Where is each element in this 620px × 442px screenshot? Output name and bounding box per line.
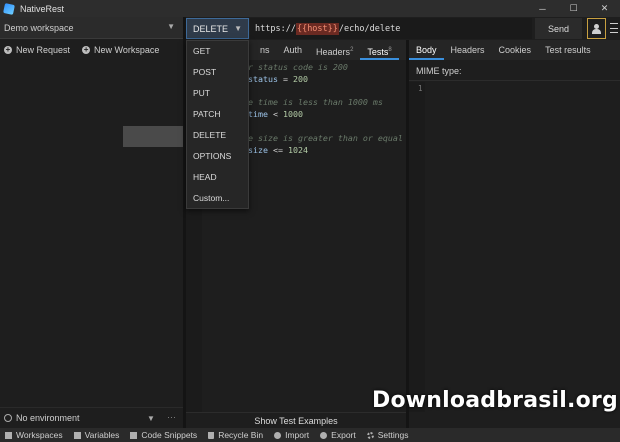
left-actions-bar: + New Request + New Workspace [0, 40, 183, 60]
workspaces-icon [5, 431, 12, 439]
url-prefix: https:// [255, 23, 296, 34]
method-option-patch[interactable]: PATCH [187, 104, 248, 125]
method-option-options[interactable]: OPTIONS [187, 146, 248, 167]
response-gutter [409, 82, 425, 412]
chevron-down-icon: ▼ [147, 414, 155, 423]
response-tabs: Body Headers Cookies Test results [409, 40, 620, 60]
window-title: NativeRest [20, 3, 65, 14]
tab-cookies[interactable]: Cookies [492, 40, 539, 60]
window-controls: ─ ☐ ✕ [527, 0, 620, 17]
user-icon [592, 23, 601, 34]
tab-test-results[interactable]: Test results [538, 40, 598, 60]
account-button[interactable] [587, 18, 606, 39]
url-input[interactable]: https://{{host}}/echo/delete [250, 18, 532, 39]
app-logo-icon [3, 2, 15, 15]
method-option-post[interactable]: POST [187, 62, 248, 83]
tab-badge: 8 [388, 47, 392, 53]
sidebar-scroll-thumb[interactable] [123, 126, 183, 147]
method-select[interactable]: DELETE ▼ [186, 18, 249, 39]
method-option-delete[interactable]: DELETE [187, 125, 248, 146]
maximize-button[interactable]: ☐ [558, 0, 589, 17]
method-dropdown: GET POST PUT PATCH DELETE OPTIONS HEAD C… [186, 40, 249, 209]
method-option-get[interactable]: GET [187, 41, 248, 62]
export-icon [320, 431, 328, 439]
code-line: size <= 1024 [248, 145, 308, 155]
method-option-put[interactable]: PUT [187, 83, 248, 104]
hamburger-menu-icon[interactable] [610, 23, 618, 33]
title-bar: NativeRest ─ ☐ ✕ [0, 0, 620, 17]
code-line: status = 200 [248, 74, 308, 84]
code-line: e time is less than 1000 ms [248, 97, 383, 107]
environment-name: No environment [16, 413, 80, 423]
method-option-head[interactable]: HEAD [187, 167, 248, 188]
chevron-down-icon: ▼ [167, 22, 175, 31]
new-workspace-button[interactable]: + New Workspace [82, 45, 159, 55]
tab-headers[interactable]: Headers2 [309, 40, 360, 60]
trash-icon [208, 431, 215, 439]
method-option-custom[interactable]: Custom... [187, 188, 248, 209]
new-workspace-label: New Workspace [94, 45, 160, 55]
tab-auth[interactable]: Auth [277, 40, 310, 60]
url-variable: {{host}} [295, 22, 339, 35]
workspace-select[interactable]: Demo workspace ▼ [0, 17, 183, 39]
import-icon [274, 431, 282, 439]
chevron-down-icon: ▼ [234, 24, 242, 33]
method-label: DELETE [193, 23, 229, 34]
code-icon [130, 431, 138, 439]
show-test-examples-button[interactable]: Show Test Examples [186, 412, 406, 428]
send-button[interactable]: Send [535, 18, 582, 39]
close-button[interactable]: ✕ [589, 0, 620, 17]
globe-icon [4, 414, 12, 422]
tab-badge: 2 [350, 47, 354, 53]
gear-icon [366, 431, 374, 439]
status-bar: Workspaces Variables Code Snippets Recyc… [0, 428, 620, 442]
import-button[interactable]: Import [274, 430, 309, 440]
watermark: Downloadbrasil.org [372, 388, 618, 413]
plus-icon: + [82, 45, 91, 54]
settings-button[interactable]: Settings [366, 430, 408, 440]
code-line: r status code is 200 [248, 62, 348, 72]
variables-button[interactable]: Variables [73, 430, 119, 440]
code-line: e size is greater than or equal to [248, 133, 418, 143]
line-number: 1 [418, 84, 423, 93]
new-request-label: New Request [16, 45, 71, 55]
more-options-button[interactable]: ··· [167, 412, 176, 422]
mime-type-label: MIME type: [409, 61, 620, 81]
plus-icon: + [4, 45, 12, 54]
code-line: time < 1000 [248, 109, 303, 119]
environment-select[interactable]: No environment ▼ ··· [0, 407, 183, 428]
recycle-bin-button[interactable]: Recycle Bin [208, 430, 263, 440]
tab-response-headers[interactable]: Headers [444, 40, 492, 60]
variables-icon [73, 431, 81, 439]
tab-body[interactable]: Body [409, 40, 444, 60]
url-suffix: /echo/delete [338, 23, 401, 34]
workspaces-button[interactable]: Workspaces [5, 430, 63, 440]
export-button[interactable]: Export [320, 430, 356, 440]
workspace-name: Demo workspace [4, 22, 74, 33]
minimize-button[interactable]: ─ [527, 0, 558, 17]
new-request-button[interactable]: + New Request [4, 45, 70, 55]
code-snippets-button[interactable]: Code Snippets [130, 430, 197, 440]
tab-tests[interactable]: Tests8 [360, 40, 399, 60]
